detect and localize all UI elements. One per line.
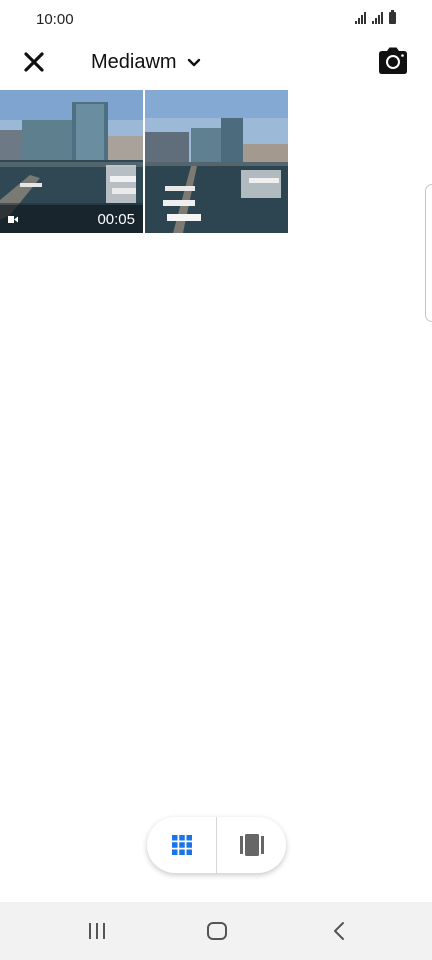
signal-icon <box>355 12 366 24</box>
media-grid: 00:05 <box>0 90 288 233</box>
edge-panel-handle[interactable] <box>425 184 432 322</box>
close-button[interactable] <box>18 46 50 78</box>
home-icon <box>207 922 227 940</box>
photo-thumbnail-image <box>145 90 288 233</box>
media-thumbnail-photo[interactable] <box>145 90 288 233</box>
status-time: 10:00 <box>36 11 74 28</box>
camera-icon <box>379 47 407 74</box>
status-icons <box>355 10 396 24</box>
recents-button[interactable] <box>85 919 109 943</box>
camera-button[interactable] <box>376 44 410 78</box>
video-camera-icon <box>8 216 18 223</box>
view-toggle <box>147 817 286 873</box>
status-bar: 10:00 <box>0 0 432 40</box>
back-button[interactable] <box>327 919 351 943</box>
media-thumbnail-video[interactable]: 00:05 <box>0 90 143 233</box>
battery-icon <box>389 10 396 24</box>
grid-view-icon <box>171 835 192 855</box>
close-icon <box>24 52 44 72</box>
navigation-bar <box>0 902 432 960</box>
signal-icon <box>372 12 383 24</box>
grid-view-button[interactable] <box>147 817 216 873</box>
header: Mediawm <box>0 40 432 84</box>
back-icon <box>334 922 344 940</box>
home-button[interactable] <box>205 919 229 943</box>
single-view-button[interactable] <box>217 817 286 873</box>
album-selector[interactable]: Mediawm <box>91 51 201 74</box>
recents-icon <box>89 923 105 939</box>
single-view-icon <box>239 834 264 856</box>
video-duration: 00:05 <box>97 211 135 228</box>
chevron-down-icon <box>187 58 200 66</box>
album-title: Mediawm <box>91 51 177 73</box>
